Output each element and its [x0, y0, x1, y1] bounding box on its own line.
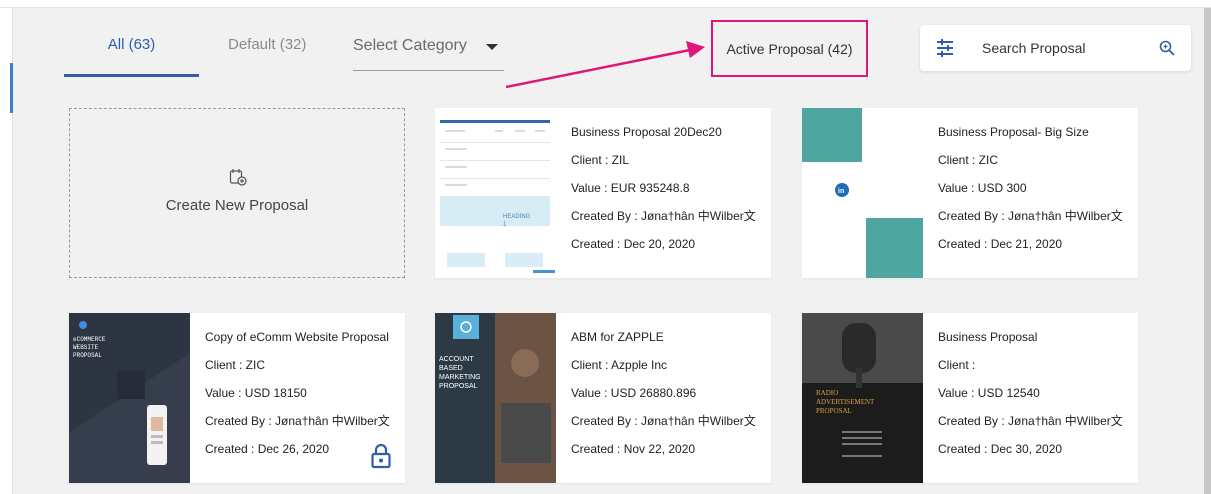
proposal-title: Business Proposal 20Dec20 — [571, 125, 722, 139]
active-proposal-filter[interactable]: Active Proposal (42) — [711, 20, 868, 77]
proposal-created-by: Created By : Jøna†hân 中Wilber文 — [938, 414, 1123, 428]
proposal-value: Value : USD 12540 — [938, 386, 1040, 400]
proposal-thumbnail: in — [802, 108, 923, 278]
tab-all[interactable]: All (63) — [64, 36, 199, 77]
proposal-card[interactable]: eCOMMERCE WEBSITE PROPOSAL Copy of eComm W… — [69, 313, 405, 483]
proposal-value: Value : USD 18150 — [205, 386, 307, 400]
tab-default[interactable]: Default (32) — [228, 36, 306, 53]
proposal-card[interactable]: in Business Proposal- Big Size Client : … — [802, 108, 1138, 278]
proposal-created-by: Created By : Jøna†hân 中Wilber文 — [571, 209, 756, 223]
tab-all-label: All (63) — [107, 36, 156, 53]
tab-all-underline — [64, 74, 199, 77]
proposal-client: Client : Azpple Inc — [571, 358, 668, 372]
proposal-card[interactable]: ACCOUNT BASED MARKETING PROPOSAL ABM for ZA… — [435, 313, 771, 483]
proposal-created: Created : Dec 20, 2020 — [571, 237, 696, 251]
proposal-thumbnail: HEADING 1 — [435, 108, 556, 278]
chevron-down-icon — [486, 44, 498, 50]
proposal-title: Business Proposal — [938, 330, 1038, 344]
proposal-value: Value : EUR 935248.8 — [571, 181, 690, 195]
proposal-created-by: Created By : Jøna†hân 中Wilber文 — [938, 209, 1123, 223]
proposal-created-by: Created By : Jøna†hân 中Wilber文 — [205, 414, 390, 428]
left-rail-indicator — [10, 63, 13, 113]
add-proposal-icon — [229, 169, 247, 186]
proposal-client: Client : ZIL — [571, 153, 630, 167]
proposal-info: Business Proposal 20Dec20 Client : ZIL V… — [571, 124, 763, 264]
proposal-thumbnail: eCOMMERCE WEBSITE PROPOSAL — [69, 313, 190, 483]
proposal-title: Business Proposal- Big Size — [938, 125, 1089, 139]
proposal-client: Client : ZIC — [938, 153, 999, 167]
proposal-client: Client : ZIC — [205, 358, 266, 372]
linkedin-icon: in — [838, 188, 844, 195]
proposal-info: ABM for ZAPPLE Client : Azpple Inc Value… — [571, 329, 763, 469]
category-select-label: Select Category — [353, 37, 467, 54]
lock-icon[interactable] — [371, 443, 391, 469]
proposal-thumbnail: ACCOUNT BASED MARKETING PROPOSAL — [435, 313, 556, 483]
search-box — [920, 25, 1191, 71]
proposal-created: Created : Dec 30, 2020 — [938, 442, 1063, 456]
proposal-value: Value : USD 300 — [938, 181, 1027, 195]
annotation-arrow — [505, 41, 705, 89]
proposal-info: Business Proposal Client : Value : USD 1… — [938, 329, 1130, 469]
top-strip — [0, 0, 1211, 8]
tab-default-label: Default (32) — [228, 36, 307, 53]
scrollbar[interactable] — [1204, 8, 1211, 494]
filter-icon[interactable] — [936, 39, 954, 57]
proposal-created-by: Created By : Jøna†hân 中Wilber文 — [571, 414, 756, 428]
proposal-value: Value : USD 26880.896 — [571, 386, 697, 400]
proposal-title: Copy of eComm Website Proposal — [205, 330, 389, 344]
proposal-created: Created : Dec 26, 2020 — [205, 442, 330, 456]
search-icon[interactable] — [1159, 40, 1175, 56]
proposal-client: Client : — [938, 358, 976, 372]
create-proposal-label: Create New Proposal — [165, 197, 309, 214]
search-input[interactable] — [982, 37, 1142, 59]
proposal-card[interactable]: RADIO ADVERTISEMENT PROPOSAL Business Prop… — [802, 313, 1138, 483]
proposal-info: Business Proposal- Big Size Client : ZIC… — [938, 124, 1130, 264]
active-proposal-label: Active Proposal (42) — [726, 40, 853, 57]
category-select[interactable]: Select Category — [353, 37, 504, 71]
proposal-created: Created : Nov 22, 2020 — [571, 442, 696, 456]
proposal-card[interactable]: HEADING 1 Business Proposal 20Dec20 Clien… — [435, 108, 771, 278]
proposal-info: Copy of eComm Website Proposal Client : … — [205, 329, 397, 469]
create-proposal-card[interactable]: Create New Proposal — [69, 108, 405, 278]
proposal-thumbnail: RADIO ADVERTISEMENT PROPOSAL — [802, 313, 923, 483]
proposal-title: ABM for ZAPPLE — [571, 330, 664, 344]
proposal-created: Created : Dec 21, 2020 — [938, 237, 1063, 251]
left-rail — [0, 8, 13, 494]
